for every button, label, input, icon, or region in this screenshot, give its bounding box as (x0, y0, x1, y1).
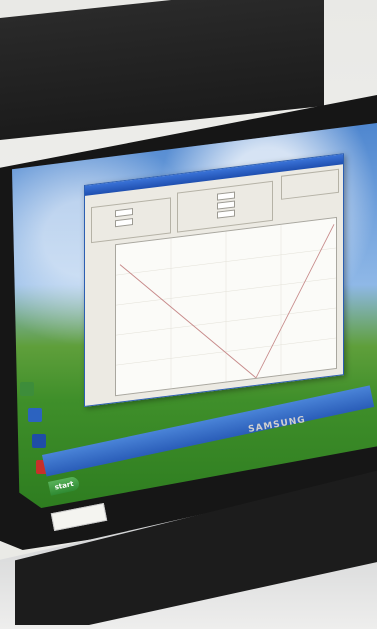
plot-svg (116, 224, 336, 389)
plot-area (115, 216, 337, 397)
desktop-icon-app[interactable] (32, 434, 46, 448)
plot-grid (116, 224, 336, 389)
plot-line (119, 224, 335, 379)
desktop-icon-media[interactable] (28, 408, 42, 422)
desktop-icon-recycle[interactable] (20, 382, 34, 396)
application-window[interactable] (84, 153, 344, 407)
